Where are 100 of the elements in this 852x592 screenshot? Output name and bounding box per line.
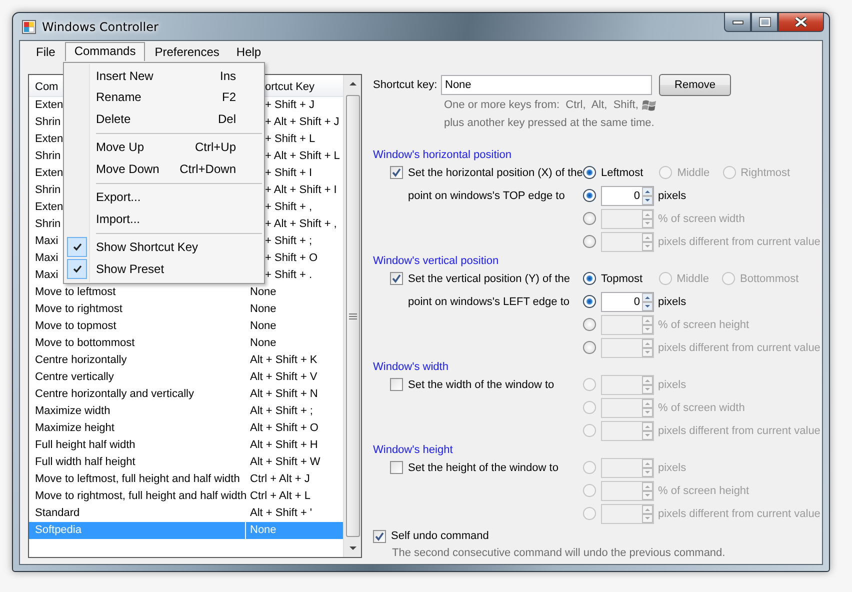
- hint-text: plus another key pressed at the same time.: [444, 117, 654, 129]
- menu-item[interactable]: Delete Del: [64, 108, 264, 130]
- list-row[interactable]: Maximize height Alt + Shift + O: [29, 420, 343, 437]
- unit-label: pixels: [658, 378, 686, 390]
- unit-label: pixels: [658, 462, 686, 474]
- table-cell: Alt + Shift + W: [250, 456, 320, 468]
- table-cell: Exten: [35, 99, 64, 111]
- table-cell: Shrin: [35, 184, 61, 196]
- table-cell: Shrin: [35, 150, 61, 162]
- table-cell: Alt + Shift + N: [250, 388, 318, 400]
- list-row[interactable]: Move to leftmost None: [29, 284, 343, 301]
- menu-item[interactable]: Help: [229, 42, 268, 60]
- section-title: Window's width: [373, 360, 450, 375]
- table-cell: None: [250, 524, 276, 536]
- list-row[interactable]: Centre horizontally and vertically Alt + Shift + N: [29, 386, 343, 403]
- menu-item[interactable]: Export...: [64, 186, 264, 208]
- menu-item[interactable]: Move Up Ctrl+Up: [64, 136, 264, 158]
- unit-label: % of screen height: [658, 484, 750, 496]
- table-cell: Alt + Shift + O: [250, 422, 318, 434]
- menu-item[interactable]: Show Preset: [64, 258, 264, 280]
- list-row[interactable]: Standard Alt + Shift + ': [29, 505, 343, 522]
- table-cell: Softpedia: [35, 524, 82, 536]
- table-cell: + Shift + ,: [265, 201, 312, 213]
- unit-label: pixels: [658, 190, 686, 202]
- radio-label: Rightmost: [740, 166, 790, 178]
- table-cell: + Shift + ;: [265, 235, 312, 247]
- unit-label: % of screen width: [658, 212, 745, 224]
- table-cell: Move to topmost: [35, 320, 116, 332]
- list-row[interactable]: Centre vertically Alt + Shift + V: [29, 369, 343, 386]
- table-cell: Alt + Shift + V: [250, 371, 318, 383]
- table-cell: Alt + Shift + H: [250, 439, 318, 451]
- unit-label: pixels different from current value: [658, 508, 820, 520]
- unit-label: pixels different from current value: [658, 424, 820, 436]
- table-cell: Standard: [35, 507, 80, 519]
- menu-item[interactable]: Commands: [65, 42, 145, 61]
- table-cell: Full width half height: [35, 456, 136, 468]
- unit-label: pixels: [658, 296, 686, 308]
- hint-text: One or more keys from: Ctrl, Alt, Shift,: [444, 99, 638, 111]
- table-cell: Maxi: [35, 235, 58, 247]
- checkbox-label: point on windows's TOP edge to: [408, 190, 565, 202]
- table-cell: Move to bottommost: [35, 337, 135, 349]
- list-row[interactable]: Move to rightmost None: [29, 301, 343, 318]
- table-cell: None: [250, 303, 276, 315]
- menu-item[interactable]: Rename F2: [64, 86, 264, 108]
- table-cell: + Alt + Shift + L: [265, 150, 340, 162]
- table-cell: Move to leftmost: [35, 286, 116, 298]
- number-field[interactable]: 0: [601, 292, 654, 312]
- menu-item[interactable]: Import...: [64, 208, 264, 230]
- unit-label: % of screen height: [658, 318, 750, 330]
- list-row[interactable]: Move to rightmost, full height and half width Ctrl + Alt + L: [29, 488, 343, 505]
- checkbox-label: Set the horizontal position (X) of the: [408, 166, 583, 178]
- radio-label: Topmost: [601, 272, 643, 284]
- radio-label: Middle: [676, 272, 709, 284]
- section-title: Window's horizontal position: [373, 148, 512, 163]
- list-row[interactable]: Move to leftmost, full height and half width Ctrl + Alt + J: [29, 471, 343, 488]
- table-cell: Alt + Shift + K: [250, 354, 318, 366]
- menu-item[interactable]: Show Shortcut Key: [64, 236, 264, 258]
- checkbox-label: Set the vertical position (Y) of the: [408, 272, 570, 284]
- table-cell: + Shift + L: [265, 133, 316, 145]
- menu-item[interactable]: File: [29, 42, 62, 60]
- field-label: Shortcut key:: [373, 79, 438, 91]
- list-row[interactable]: Full width half height Alt + Shift + W: [29, 454, 343, 471]
- table-cell: None: [250, 337, 276, 349]
- table-cell: Centre horizontally and vertically: [35, 388, 194, 400]
- list-row[interactable]: Maximize width Alt + Shift + ;: [29, 403, 343, 420]
- table-cell: + Alt + Shift + I: [265, 184, 337, 196]
- checkbox-label: Set the height of the window to: [408, 462, 558, 474]
- table-cell: Alt + Shift + ': [250, 507, 312, 519]
- table-cell: Move to rightmost: [35, 303, 122, 315]
- remove-button[interactable]: Remove: [659, 74, 731, 96]
- menu-item[interactable]: Move Down Ctrl+Down: [64, 158, 264, 180]
- unit-label: pixels different from current value: [658, 342, 820, 354]
- table-cell: Exten: [35, 133, 64, 145]
- table-cell: Ctrl + Alt + J: [250, 473, 310, 485]
- checkbox-label: Self undo command: [391, 530, 489, 542]
- list-row[interactable]: Full height half width Alt + Shift + H: [29, 437, 343, 454]
- table-cell: None: [250, 286, 276, 298]
- unit-label: % of screen width: [658, 402, 745, 414]
- unit-label: pixels different from current value: [658, 236, 820, 248]
- shortcut-field[interactable]: None: [441, 75, 652, 95]
- table-cell: Maximize width: [35, 405, 110, 417]
- number-field[interactable]: 0: [601, 186, 654, 206]
- table-cell: Maximize height: [35, 422, 114, 434]
- table-cell: + Shift + J: [265, 99, 315, 111]
- list-row[interactable]: Move to bottommost None: [29, 335, 343, 352]
- table-cell: Exten: [35, 201, 64, 213]
- list-row[interactable]: Move to topmost None: [29, 318, 343, 335]
- radio-label: Middle: [677, 166, 710, 178]
- menu-item[interactable]: Insert New Ins: [64, 65, 264, 86]
- note-text: The second consecutive command will undo the previous command.: [391, 546, 726, 561]
- menu-item[interactable]: Preferences: [148, 42, 226, 60]
- checkbox-label: Set the width of the window to: [408, 378, 554, 390]
- table-cell: Move to rightmost, full height and half width: [35, 490, 247, 502]
- list-row[interactable]: Centre horizontally Alt + Shift + K: [29, 352, 343, 369]
- checkbox-label: point on windows's LEFT edge to: [408, 296, 570, 308]
- table-cell: + Shift + O: [265, 252, 318, 264]
- table-cell: Centre horizontally: [35, 354, 127, 366]
- table-cell: Move to leftmost, full height and half width: [35, 473, 240, 485]
- section-title: Window's vertical position: [373, 254, 500, 269]
- radio-label: Bottommost: [740, 272, 799, 284]
